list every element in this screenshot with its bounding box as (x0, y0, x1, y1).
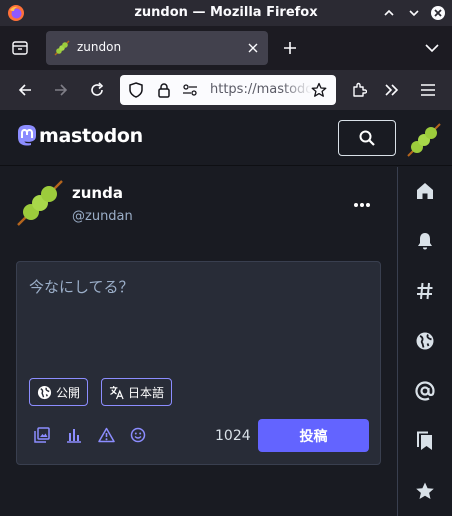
content-warning-icon[interactable] (97, 426, 115, 444)
tab-strip: zundon (0, 26, 452, 70)
back-arrow-icon[interactable] (13, 78, 37, 102)
tab-zundon[interactable]: zundon (46, 31, 268, 65)
emoji-icon[interactable] (129, 426, 147, 444)
lock-icon[interactable] (156, 82, 172, 98)
account-avatar[interactable] (16, 179, 64, 227)
mastodon-logo-icon (18, 125, 36, 146)
account-display-name[interactable]: zunda (72, 184, 123, 202)
account-handle[interactable]: @zundan (72, 209, 133, 224)
permissions-icon[interactable] (182, 82, 198, 98)
bookmark-star-icon[interactable] (311, 82, 327, 98)
overflow-chevron-icon[interactable] (380, 78, 404, 102)
character-counter: 1024 (215, 428, 251, 444)
tab-close-icon[interactable] (245, 40, 261, 56)
forward-arrow-icon[interactable] (49, 78, 73, 102)
header-avatar[interactable] (406, 122, 442, 158)
home-icon[interactable] (413, 179, 437, 203)
url-bar[interactable]: https://mastodon (120, 75, 336, 105)
translate-icon (108, 384, 124, 400)
media-icon[interactable] (33, 426, 51, 444)
url-fade (282, 75, 312, 105)
account-menu-icon[interactable] (350, 197, 374, 213)
mastodon-header: mastodon (0, 110, 452, 166)
language-label: 日本語 (128, 385, 165, 400)
mastodon-wordmark: mastodon (39, 125, 143, 147)
maximize-icon[interactable] (405, 4, 423, 22)
hamburger-menu-icon[interactable] (416, 78, 440, 102)
firefox-window: zundon — Mozilla Firefox zundon https://… (0, 0, 452, 516)
language-button[interactable]: 日本語 (101, 378, 173, 406)
hashtag-icon[interactable] (413, 279, 437, 303)
mastodon-logo[interactable]: mastodon (16, 124, 143, 148)
tab-title: zundon (77, 40, 122, 54)
navigation-sidebar (397, 167, 452, 516)
shield-icon[interactable] (128, 82, 144, 98)
web-content: mastodon zunda @zundan 今なにしてる？ 公開 日本語 10… (0, 110, 452, 516)
globe-icon[interactable] (413, 329, 437, 353)
favourites-star-icon[interactable] (413, 479, 437, 503)
bookmarks-icon[interactable] (413, 429, 437, 453)
visibility-label: 公開 (56, 385, 81, 400)
navigation-toolbar: https://mastodon (0, 70, 452, 110)
close-icon[interactable] (429, 4, 447, 22)
edamame-skewer-icon (54, 40, 70, 56)
globe-icon (36, 384, 52, 400)
tab-list-icon[interactable] (6, 36, 34, 60)
title-bar: zundon — Mozilla Firefox (0, 0, 452, 26)
compose-textarea[interactable]: 今なにしてる？ (29, 276, 134, 297)
compose-column: zunda @zundan 今なにしてる？ 公開 日本語 1024 投稿 (0, 167, 397, 516)
visibility-button[interactable]: 公開 (29, 378, 89, 406)
post-button[interactable]: 投稿 (258, 419, 369, 452)
reload-icon[interactable] (85, 78, 109, 102)
compose-form: 今なにしてる？ 公開 日本語 1024 投稿 (16, 261, 381, 465)
minimize-icon[interactable] (380, 4, 398, 22)
new-tab-plus-icon[interactable] (278, 36, 302, 60)
poll-icon[interactable] (65, 426, 83, 444)
search-icon (359, 130, 375, 146)
search-button[interactable] (338, 120, 396, 156)
list-all-tabs-chevron-icon[interactable] (420, 36, 444, 60)
notifications-bell-icon[interactable] (413, 229, 437, 253)
extensions-icon[interactable] (347, 78, 371, 102)
mentions-at-icon[interactable] (413, 379, 437, 403)
